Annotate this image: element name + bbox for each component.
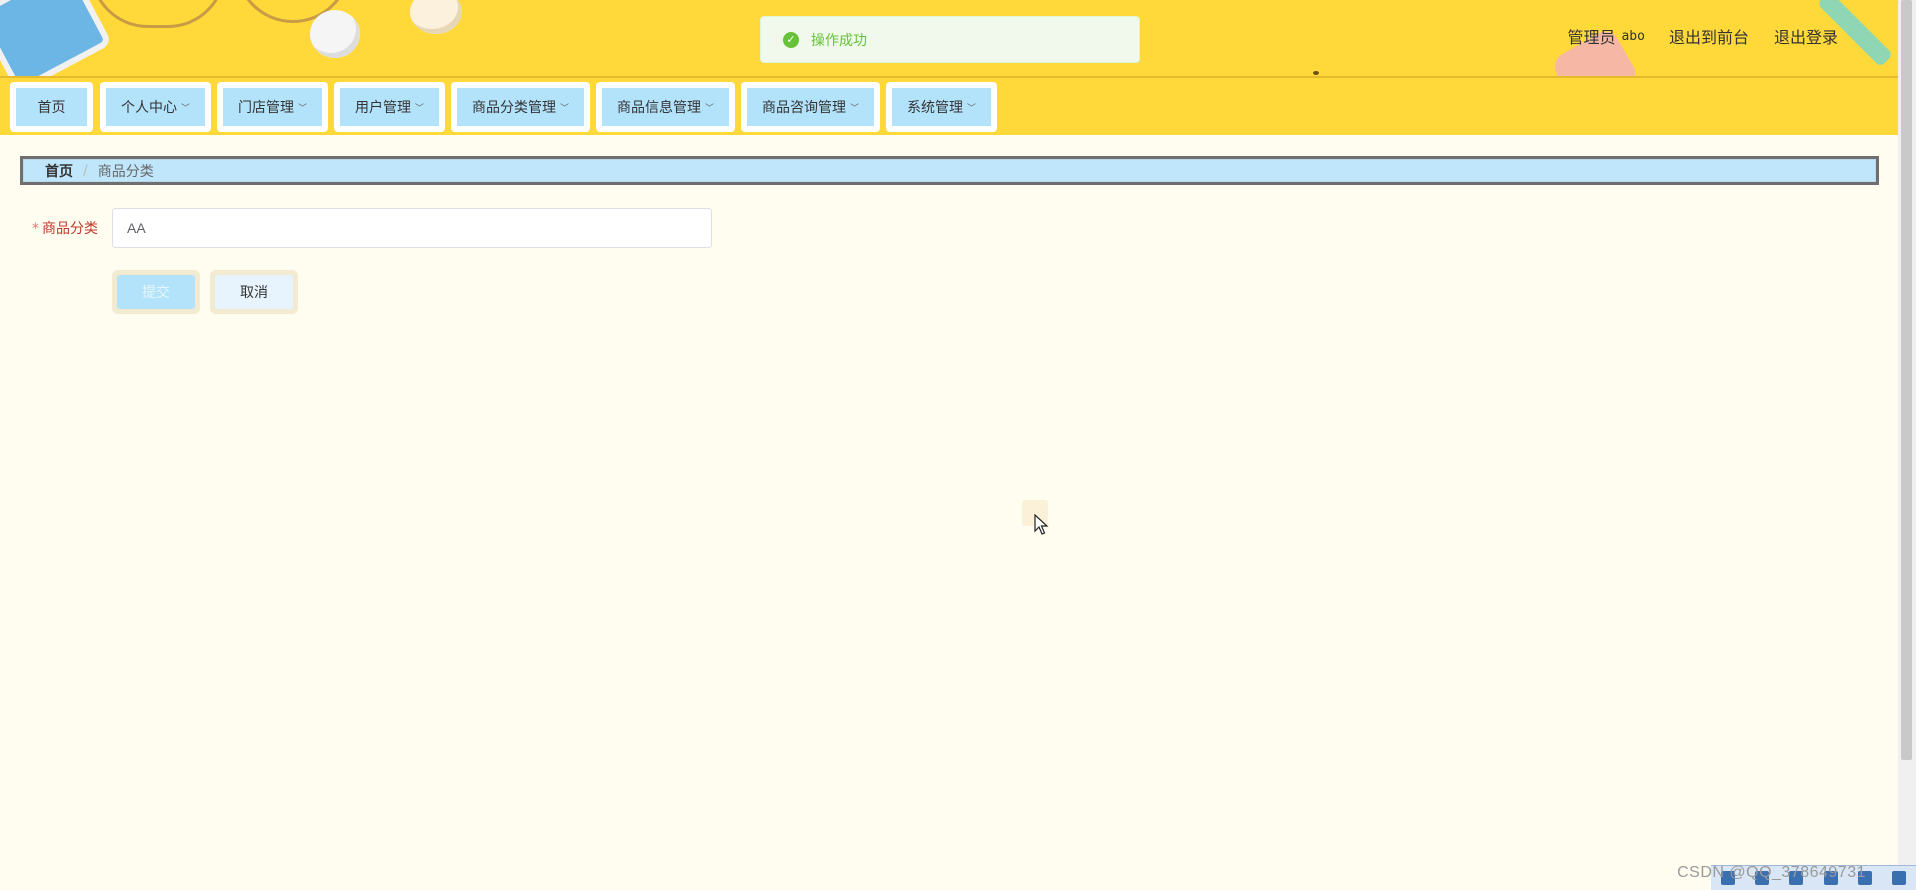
user-role: 管理员 (1567, 28, 1616, 47)
nav-button[interactable]: 商品咨询管理 ﹀ (747, 88, 874, 126)
nav-label: 个人中心 (120, 100, 177, 116)
earbud-decoration (310, 10, 360, 58)
nav-label: 商品分类管理 (471, 100, 556, 116)
chevron-down-icon: ﹀ (966, 103, 976, 114)
submit-button-wrap: 提交 (112, 270, 200, 314)
nav-button[interactable]: 商品分类管理 ﹀ (457, 88, 584, 126)
chevron-down-icon: ﹀ (559, 103, 569, 114)
logout-link[interactable]: 退出登录 (1774, 24, 1838, 48)
category-label-text: 商品分类 (42, 221, 98, 237)
nav-button[interactable]: 商品信息管理 ﹀ (602, 88, 729, 126)
nav-label: 系统管理 (906, 100, 963, 116)
tray-app-icon (1891, 871, 1906, 885)
breadcrumb-home[interactable]: 首页 (45, 161, 73, 181)
nav-item-category-management[interactable]: 商品分类管理 ﹀ (451, 82, 590, 132)
chevron-down-icon: ﹀ (704, 103, 714, 114)
nav-label: 用户管理 (354, 100, 411, 116)
mouse-cursor-icon (1034, 514, 1049, 535)
nav-button[interactable]: 系统管理 ﹀ (892, 88, 991, 126)
phone-decoration (0, 0, 113, 76)
nav-button[interactable]: 个人中心 ﹀ (106, 88, 205, 126)
nav-item-store-management[interactable]: 门店管理 ﹀ (217, 82, 328, 132)
earbud-decoration (410, 0, 462, 34)
category-input[interactable] (112, 208, 712, 248)
chevron-down-icon: ﹀ (414, 103, 424, 114)
chevron-down-icon: ﹀ (297, 103, 307, 114)
nav-label: 商品信息管理 (616, 100, 701, 116)
dot-decoration (1313, 71, 1319, 75)
check-circle-icon: ✓ (783, 31, 799, 48)
nav-button[interactable]: 首页 (16, 88, 87, 126)
nav-item-inquiry-management[interactable]: 商品咨询管理 ﹀ (741, 82, 880, 132)
nav-item-user-management[interactable]: 用户管理 ﹀ (334, 82, 445, 132)
scrollbar-thumb[interactable] (1901, 0, 1912, 760)
breadcrumb-current: 商品分类 (97, 163, 154, 180)
header-user-area: 管理员 abo 退出到前台 退出登录 (1567, 24, 1838, 48)
nav-item-personal-center[interactable]: 个人中心 ﹀ (100, 82, 211, 132)
nav-label: 门店管理 (237, 100, 294, 116)
success-toast: ✓ 操作成功 (760, 16, 1140, 63)
cancel-button-wrap: 取消 (210, 270, 298, 314)
submit-button[interactable]: 提交 (117, 275, 195, 309)
nav-button[interactable]: 门店管理 ﹀ (223, 88, 322, 126)
category-field-label: * 商品分类 (32, 218, 98, 238)
nav-item-system-management[interactable]: 系统管理 ﹀ (886, 82, 997, 132)
chevron-down-icon: ﹀ (849, 103, 859, 114)
chevron-down-icon: ﹀ (180, 103, 190, 114)
breadcrumb: 首页 / 商品分类 (20, 156, 1879, 185)
toast-message: 操作成功 (811, 32, 867, 49)
username: abo (1621, 28, 1645, 44)
nav-item-home[interactable]: 首页 (10, 82, 93, 132)
cable-decoration (90, 0, 226, 28)
nav-label: 商品咨询管理 (761, 100, 846, 116)
breadcrumb-separator: / (83, 162, 88, 179)
cancel-button[interactable]: 取消 (215, 275, 293, 309)
back-to-frontend-link[interactable]: 退出到前台 (1669, 24, 1749, 48)
nav-label: 首页 (37, 100, 66, 116)
main-nav: 首页 个人中心 ﹀ 门店管理 ﹀ 用户管理 ﹀ 商品分类管理 ﹀ 商品信息管理 ﹀ 商品咨… (0, 78, 1898, 135)
vertical-scrollbar[interactable] (1898, 0, 1916, 890)
nav-button[interactable]: 用户管理 ﹀ (340, 88, 439, 126)
watermark-text: CSDN @QQ_378649731 (1677, 864, 1866, 881)
nav-item-product-management[interactable]: 商品信息管理 ﹀ (596, 82, 735, 132)
required-mark: * (32, 221, 39, 237)
